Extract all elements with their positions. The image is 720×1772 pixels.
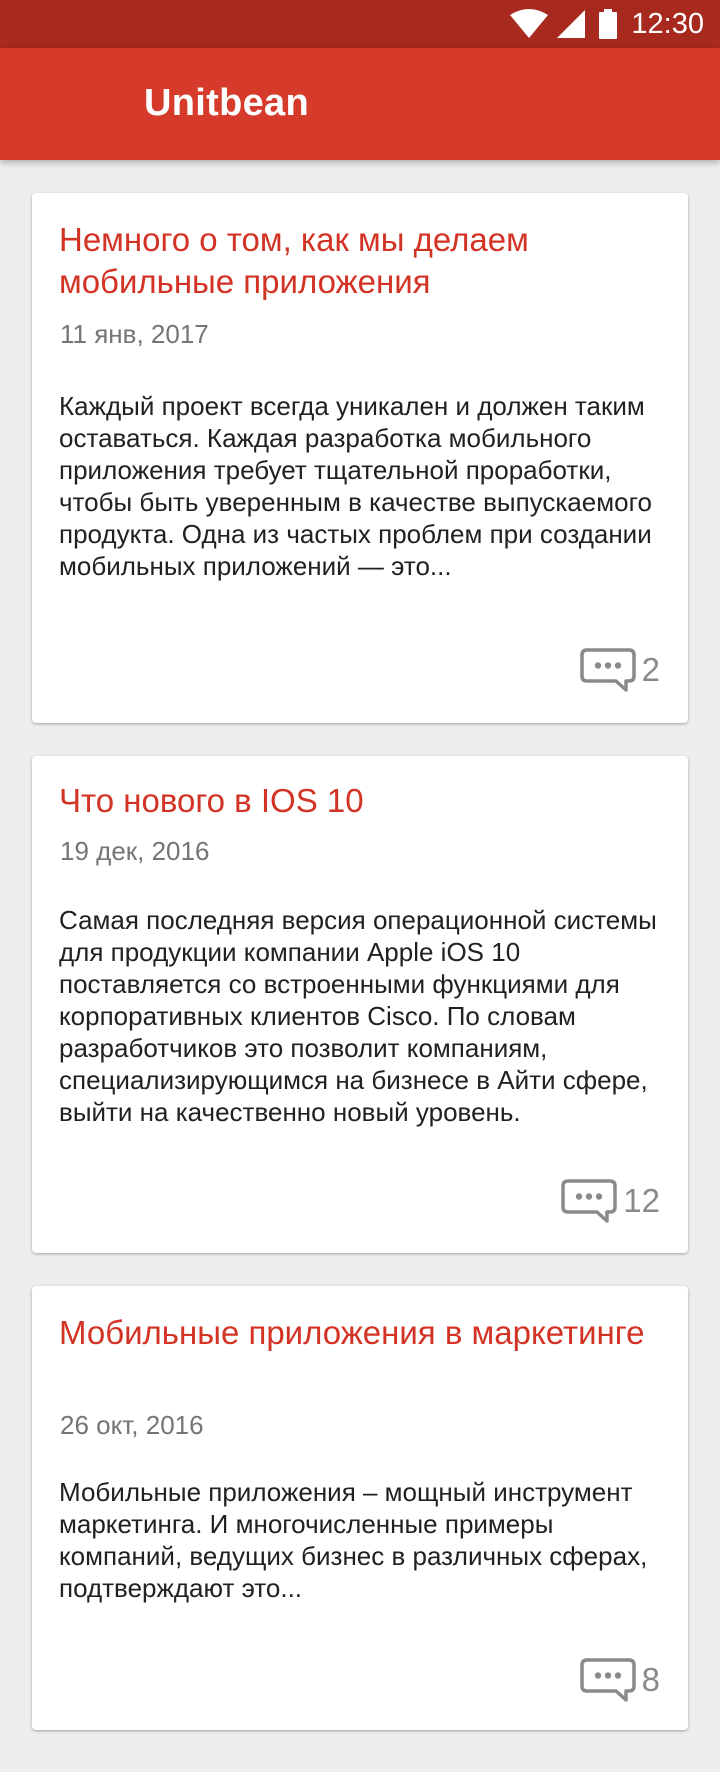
post-date: 26 окт, 2016: [60, 1410, 204, 1440]
comments-button[interactable]: 12: [561, 1179, 660, 1223]
wifi-icon: [509, 9, 549, 39]
comments-button[interactable]: 8: [579, 1658, 660, 1702]
comment-icon: [579, 648, 636, 692]
comment-count: 12: [623, 1182, 660, 1219]
post-excerpt: Самая последняя версия операционной сист…: [59, 905, 657, 1127]
status-icons: 12:30: [509, 0, 704, 48]
post-title[interactable]: Мобильные приложения в маркетинге: [59, 1312, 664, 1354]
signal-icon: [557, 10, 586, 38]
post-excerpt: Каждый проект всегда уникален и должен т…: [59, 391, 652, 581]
post-card[interactable]: Мобильные приложения в маркетинге 26 окт…: [32, 1286, 688, 1730]
comment-icon: [579, 1658, 636, 1702]
post-date: 11 янв, 2017: [60, 319, 209, 349]
battery-icon: [599, 9, 618, 39]
post-excerpt: Мобильные приложения – мощный инструмент…: [59, 1477, 648, 1603]
app-title: Unitbean: [144, 82, 309, 124]
comment-icon: [561, 1179, 618, 1223]
post-date: 19 дек, 2016: [60, 836, 210, 866]
post-card[interactable]: Немного о том, как мы делаем мобильные п…: [32, 193, 688, 723]
post-title[interactable]: Что нового в IOS 10: [59, 780, 664, 822]
comment-count: 8: [641, 1661, 660, 1698]
post-title[interactable]: Немного о том, как мы делаем мобильные п…: [59, 219, 664, 303]
status-bar: 12:30: [0, 0, 720, 48]
comments-button[interactable]: 2: [579, 648, 660, 692]
status-time: 12:30: [631, 7, 704, 40]
comment-count: 2: [641, 651, 660, 688]
app-bar: Unitbean: [0, 48, 720, 160]
post-card[interactable]: Что нового в IOS 10 19 дек, 2016 Самая п…: [32, 756, 688, 1253]
